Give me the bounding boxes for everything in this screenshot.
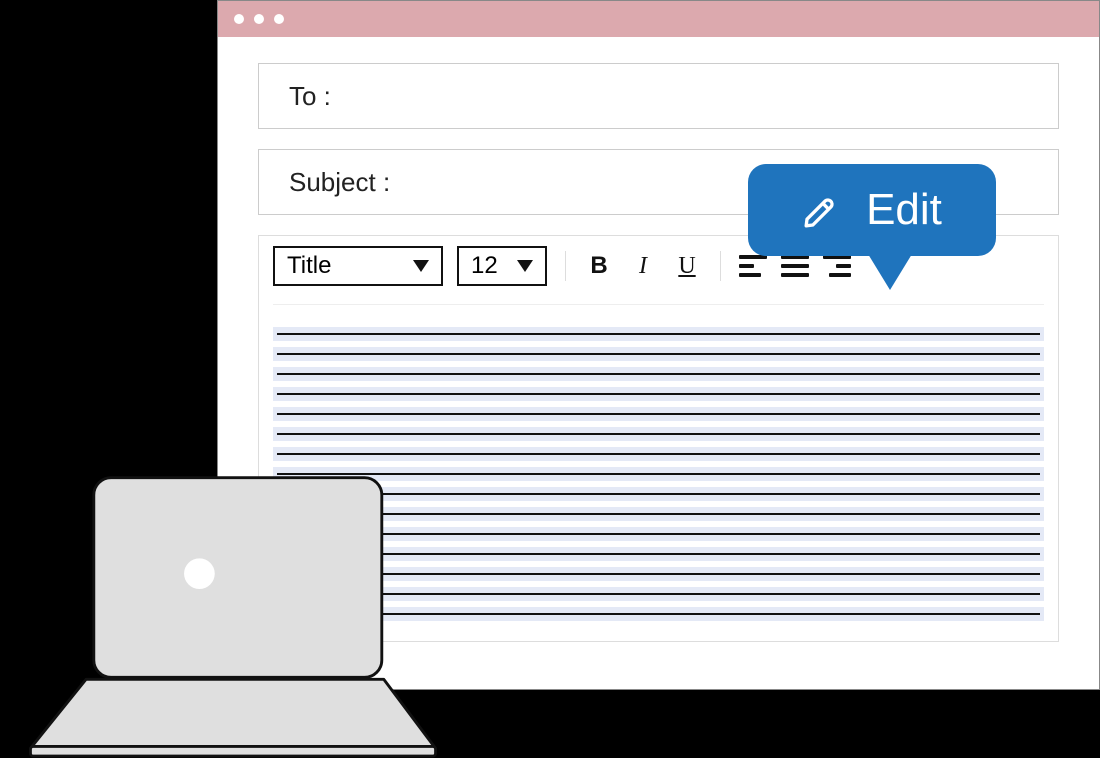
chevron-down-icon xyxy=(413,260,429,272)
chevron-down-icon xyxy=(517,260,533,272)
align-left-button[interactable] xyxy=(739,255,767,277)
body-line xyxy=(273,407,1044,421)
underline-button[interactable]: U xyxy=(672,251,702,281)
message-body[interactable] xyxy=(273,327,1044,621)
underline-label: U xyxy=(678,253,695,280)
body-line xyxy=(273,547,1044,561)
body-line xyxy=(273,367,1044,381)
edit-tooltip-button[interactable]: Edit xyxy=(748,164,996,256)
toolbar-separator xyxy=(565,251,566,281)
body-line xyxy=(273,487,1044,501)
window-titlebar xyxy=(218,1,1099,37)
to-label: To : xyxy=(289,81,331,112)
font-size-select[interactable]: 12 xyxy=(457,246,547,286)
style-select-value: Title xyxy=(287,252,331,280)
style-select[interactable]: Title xyxy=(273,246,443,286)
body-line xyxy=(273,347,1044,361)
body-line xyxy=(273,587,1044,601)
editor-panel: Title 12 B I U xyxy=(258,235,1059,642)
bold-label: B xyxy=(590,252,607,280)
body-line xyxy=(273,387,1044,401)
bold-button[interactable]: B xyxy=(584,251,614,281)
italic-button[interactable]: I xyxy=(628,251,658,281)
italic-label: I xyxy=(639,253,647,280)
edit-label: Edit xyxy=(866,185,942,235)
align-right-button[interactable] xyxy=(823,255,851,277)
align-justify-button[interactable] xyxy=(781,255,809,277)
font-size-value: 12 xyxy=(471,252,498,280)
body-line xyxy=(273,447,1044,461)
body-line xyxy=(273,327,1044,341)
body-line xyxy=(273,527,1044,541)
window-dot-icon xyxy=(274,14,284,24)
toolbar-separator xyxy=(720,251,721,281)
compose-content: To : Subject : Title 12 B xyxy=(218,37,1099,662)
window-dot-icon xyxy=(234,14,244,24)
window-dot-icon xyxy=(254,14,264,24)
body-line xyxy=(273,507,1044,521)
subject-label: Subject : xyxy=(289,167,390,198)
body-line xyxy=(273,567,1044,581)
body-line xyxy=(273,467,1044,481)
body-line xyxy=(273,607,1044,621)
body-line xyxy=(273,427,1044,441)
to-field[interactable]: To : xyxy=(258,63,1059,129)
pencil-icon xyxy=(802,190,842,230)
compose-window: To : Subject : Title 12 B xyxy=(217,0,1100,690)
